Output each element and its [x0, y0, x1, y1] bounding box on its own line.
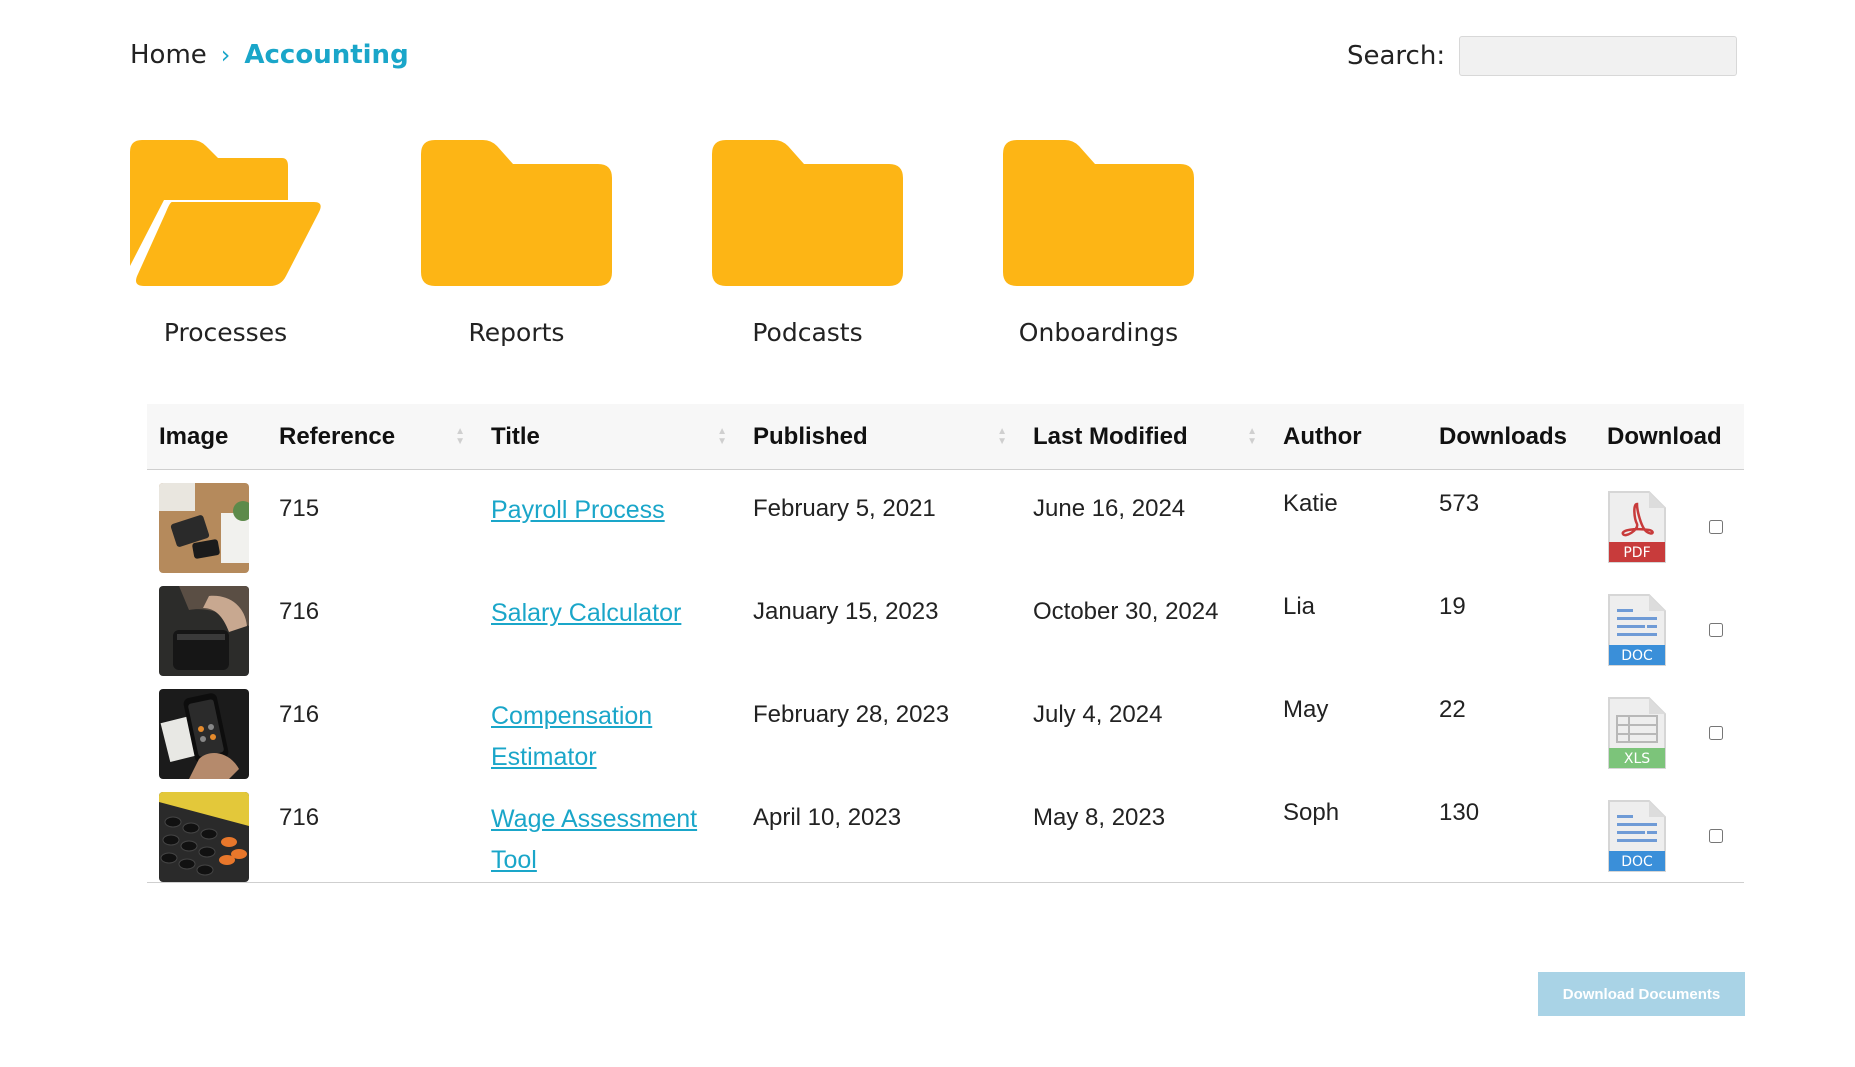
modified-cell: July 4, 2024	[1033, 701, 1163, 728]
folder-label: Processes	[163, 318, 288, 347]
modified-cell: June 16, 2024	[1033, 495, 1186, 522]
file-type-label: XLS	[1624, 751, 1650, 767]
column-header-title[interactable]: Title ▲ ▼	[479, 404, 741, 470]
folder-icon	[1003, 140, 1194, 286]
document-title-link[interactable]: Wage Assessment Tool	[491, 805, 697, 874]
image-cell	[147, 470, 267, 573]
folder-icon	[712, 140, 903, 286]
table-header-row: Image Reference ▲ ▼ Title ▲ ▼ Published ▲ ▼…	[147, 404, 1744, 470]
phone-calculator-thumbnail	[159, 689, 249, 779]
file-type-label: DOC	[1621, 648, 1653, 664]
chevron-right-icon: ›	[220, 41, 231, 69]
row-select-checkbox[interactable]	[1709, 829, 1723, 843]
folder-grid: Processes Reports Podcasts Onboardings	[130, 140, 1294, 347]
sort-icon[interactable]: ▲ ▼	[997, 426, 1007, 447]
column-header-label: Last Modified	[1033, 422, 1188, 450]
breadcrumb-current: Accounting	[244, 40, 409, 70]
table-row: 716 Wage Assessment Tool April 10, 2023 …	[147, 779, 1744, 883]
table-row: 715 Payroll Process February 5, 2021 Jun…	[147, 470, 1744, 574]
modified-cell: May 8, 2023	[1021, 779, 1271, 883]
download-documents-button[interactable]: Download Documents	[1538, 972, 1745, 1016]
xls-file-icon[interactable]: XLS	[1607, 696, 1667, 770]
reference-cell: 715	[279, 495, 320, 522]
search-input[interactable]	[1459, 36, 1738, 76]
calculator-keys-thumbnail	[159, 792, 249, 882]
sort-icon[interactable]: ▲ ▼	[717, 426, 727, 447]
title-cell: Wage Assessment Tool	[479, 779, 741, 883]
folder-podcasts[interactable]: Podcasts	[712, 140, 903, 347]
download-cell: DOC	[1595, 779, 1744, 883]
folder-label: Onboardings	[1018, 318, 1179, 347]
published-cell: January 15, 2023	[753, 598, 939, 625]
doc-file-icon[interactable]: DOC	[1607, 593, 1667, 667]
published-cell: April 10, 2023	[741, 779, 1021, 883]
download-cell: PDF	[1595, 470, 1744, 574]
table-row: 716 Compensation Estimator February 28, …	[147, 676, 1744, 779]
column-header-author: Author	[1283, 422, 1362, 450]
folder-reports[interactable]: Reports	[421, 140, 612, 347]
title-cell: Compensation Estimator	[479, 676, 741, 779]
author-cell: Soph	[1271, 779, 1427, 883]
column-header-reference[interactable]: Reference ▲ ▼	[267, 404, 479, 470]
author-cell: Lia	[1283, 593, 1316, 620]
column-header-download: Download	[1607, 422, 1722, 450]
folder-onboardings[interactable]: Onboardings	[1003, 140, 1194, 347]
title-cell: Salary Calculator	[479, 573, 741, 676]
modified-cell: October 30, 2024	[1033, 598, 1219, 625]
table-row: 716 Salary Calculator January 15, 2023 O…	[147, 573, 1744, 676]
image-cell	[147, 676, 267, 779]
breadcrumb-home-link[interactable]: Home	[130, 40, 207, 70]
reference-cell: 716	[279, 701, 320, 728]
title-cell: Payroll Process	[479, 470, 741, 574]
image-cell	[147, 573, 267, 676]
file-type-label: DOC	[1621, 854, 1653, 870]
search-label: Search:	[1347, 41, 1446, 71]
column-header-image: Image	[159, 422, 229, 450]
author-cell: Katie	[1283, 490, 1338, 517]
folder-label: Reports	[468, 318, 565, 347]
row-select-checkbox[interactable]	[1709, 520, 1723, 534]
column-header-label: Published	[753, 422, 868, 450]
downloads-cell: 130	[1427, 779, 1595, 883]
reference-cell: 716	[267, 779, 479, 883]
document-title-link[interactable]: Compensation Estimator	[491, 702, 652, 771]
document-title-link[interactable]: Payroll Process	[491, 496, 665, 524]
documents-table-wrap: Image Reference ▲ ▼ Title ▲ ▼ Published ▲ ▼…	[147, 404, 1744, 883]
search-area: Search:	[1347, 36, 1738, 76]
folder-open-icon	[130, 140, 321, 286]
column-header-published[interactable]: Published ▲ ▼	[741, 404, 1021, 470]
reference-cell: 716	[279, 598, 320, 625]
calculator-desk-thumbnail	[159, 483, 249, 573]
column-header-label: Reference	[279, 422, 396, 450]
downloads-cell: 573	[1439, 490, 1480, 517]
folder-label: Podcasts	[752, 318, 863, 347]
sort-icon[interactable]: ▲ ▼	[455, 426, 465, 447]
download-cell: XLS	[1595, 676, 1744, 779]
folder-icon	[421, 140, 612, 286]
image-cell	[147, 779, 267, 883]
pdf-file-icon[interactable]: PDF	[1607, 490, 1667, 564]
breadcrumb: Home › Accounting	[130, 40, 409, 70]
doc-file-icon[interactable]: DOC	[1607, 799, 1667, 873]
file-type-label: PDF	[1623, 545, 1650, 561]
column-header-downloads: Downloads	[1439, 422, 1568, 450]
row-select-checkbox[interactable]	[1709, 623, 1723, 637]
documents-table: Image Reference ▲ ▼ Title ▲ ▼ Published ▲ ▼…	[147, 404, 1744, 883]
published-cell: February 28, 2023	[753, 701, 950, 728]
downloads-cell: 22	[1439, 696, 1466, 723]
published-cell: February 5, 2021	[753, 495, 936, 522]
column-header-last-modified[interactable]: Last Modified ▲ ▼	[1021, 404, 1271, 470]
wallet-thumbnail	[159, 586, 249, 676]
row-select-checkbox[interactable]	[1709, 726, 1723, 740]
column-header-label: Title	[491, 422, 540, 450]
folder-processes[interactable]: Processes	[130, 140, 321, 347]
downloads-cell: 19	[1439, 593, 1466, 620]
sort-icon[interactable]: ▲ ▼	[1247, 426, 1257, 447]
document-title-link[interactable]: Salary Calculator	[491, 599, 681, 627]
author-cell: May	[1283, 696, 1329, 723]
download-cell: DOC	[1595, 573, 1744, 676]
